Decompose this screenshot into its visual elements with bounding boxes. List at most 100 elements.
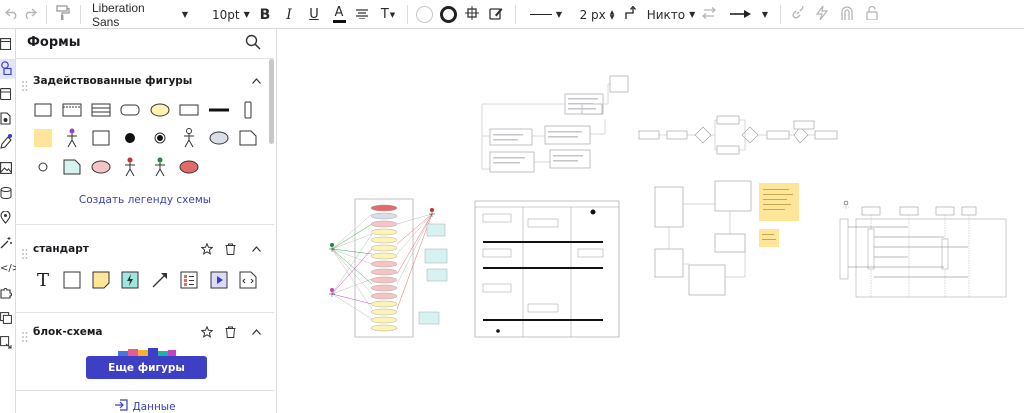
- shape-final-node[interactable]: [149, 127, 171, 149]
- shape-rounded-rectangle[interactable]: [119, 99, 141, 121]
- shapes-panel: Формы Задействованные фигуры Создать лег…: [16, 29, 277, 413]
- shape-actor[interactable]: [178, 127, 200, 149]
- shape-embed[interactable]: [237, 269, 259, 291]
- action-button[interactable]: [813, 0, 831, 29]
- line-width-select[interactable]: 2 px ▲ ▼: [578, 0, 616, 29]
- shape-thick-line[interactable]: [208, 99, 230, 121]
- line-style-select[interactable]: ▼: [527, 0, 565, 29]
- shape-rectangle[interactable]: [32, 99, 54, 121]
- align-button[interactable]: [353, 0, 371, 29]
- drag-handle-icon[interactable]: [22, 327, 28, 342]
- shape-standard-rectangle[interactable]: [61, 269, 83, 291]
- lock-button[interactable]: [863, 0, 881, 29]
- magnet-button[interactable]: [838, 0, 856, 29]
- redo-button[interactable]: [20, 0, 40, 29]
- shape-actor-purple[interactable]: [61, 127, 83, 149]
- shape-ellipse-red[interactable]: [178, 156, 200, 178]
- section-header-flowchart[interactable]: блок-схема: [16, 320, 266, 344]
- diagram-thumbnail-activity[interactable]: [473, 199, 623, 339]
- rail-image-button[interactable]: [0, 158, 15, 178]
- panel-scrollbar[interactable]: [269, 59, 274, 144]
- style-edit-icon: [489, 6, 503, 23]
- rail-code-button[interactable]: </>: [0, 258, 20, 278]
- style-button[interactable]: [486, 0, 506, 29]
- section-header-used-shapes[interactable]: Задействованные фигуры: [16, 69, 266, 93]
- shape-ellipse-pink[interactable]: [90, 156, 112, 178]
- shape-ellipse-yellow[interactable]: [149, 99, 171, 121]
- italic-button[interactable]: I: [280, 0, 298, 29]
- drag-handle-icon[interactable]: [22, 76, 28, 91]
- bold-button[interactable]: B: [256, 0, 274, 29]
- create-legend-link[interactable]: Создать легенду схемы: [16, 194, 274, 206]
- diagram-thumbnail-sequence[interactable]: [838, 199, 1008, 299]
- drawing-canvas[interactable]: [277, 29, 1024, 413]
- trash-icon[interactable]: [223, 325, 237, 339]
- shape-class[interactable]: [90, 99, 112, 121]
- more-shapes-button[interactable]: Еще фигуры: [86, 356, 207, 379]
- diagram-thumbnail-process-flow[interactable]: [637, 111, 842, 156]
- connector-type-button[interactable]: [622, 0, 640, 29]
- rail-export-button[interactable]: [0, 333, 15, 353]
- chevron-down-icon: ▼: [689, 10, 696, 19]
- shape-arrow-line[interactable]: [149, 269, 171, 291]
- shape-rectangle-small[interactable]: [178, 99, 200, 121]
- line-end-select[interactable]: ▼: [727, 0, 771, 29]
- line-start-select[interactable]: Никто ▼: [647, 0, 696, 29]
- underline-icon: U: [309, 7, 319, 22]
- text-options-button[interactable]: T ▼: [377, 0, 399, 29]
- data-link[interactable]: Данные: [16, 399, 274, 413]
- diagram-thumbnail-notes[interactable]: [757, 181, 802, 251]
- shape-document[interactable]: [237, 127, 259, 149]
- chevron-up-icon[interactable]: [249, 242, 263, 256]
- rail-location-button[interactable]: [0, 208, 15, 228]
- rail-templates-button[interactable]: [0, 84, 15, 104]
- arrange-button[interactable]: [462, 0, 482, 29]
- rail-draw-button[interactable]: [0, 133, 15, 153]
- shape-actor-red[interactable]: [119, 156, 141, 178]
- rail-pages-button[interactable]: [0, 34, 15, 54]
- shape-ellipse-grey[interactable]: [208, 127, 230, 149]
- shape-list[interactable]: [178, 269, 200, 291]
- line-color-button[interactable]: [438, 0, 458, 29]
- rail-magic-button[interactable]: [0, 233, 15, 253]
- star-icon[interactable]: [200, 242, 214, 256]
- underline-button[interactable]: U: [305, 0, 323, 29]
- link-button[interactable]: [789, 0, 807, 29]
- font-family-select[interactable]: Liberation Sans ▼: [92, 0, 188, 29]
- diagram-thumbnail-class[interactable]: [651, 179, 761, 299]
- shape-square[interactable]: [90, 127, 112, 149]
- format-painter-button[interactable]: [52, 0, 74, 29]
- font-size-select[interactable]: 10pt ▼: [212, 0, 252, 29]
- shape-actor-green[interactable]: [149, 156, 171, 178]
- swap-arrows-button[interactable]: [700, 0, 718, 29]
- rail-data-button[interactable]: [0, 183, 15, 203]
- chevron-up-icon[interactable]: [249, 74, 263, 88]
- shape-container[interactable]: [61, 99, 83, 121]
- rail-import-button[interactable]: [0, 109, 15, 129]
- section-header-standard[interactable]: стандарт: [16, 237, 266, 261]
- fill-color-button[interactable]: [414, 0, 434, 29]
- text-color-button[interactable]: A: [330, 0, 348, 29]
- rail-plugins-button[interactable]: [0, 283, 15, 303]
- section-label: стандарт: [33, 243, 89, 255]
- shape-note-teal[interactable]: [61, 156, 83, 178]
- undo-icon: [4, 7, 19, 22]
- rail-layers-button[interactable]: [0, 308, 15, 328]
- drag-handle-icon[interactable]: [22, 244, 28, 259]
- shape-text[interactable]: T: [32, 269, 54, 291]
- shape-standard-note[interactable]: [90, 269, 112, 291]
- diagram-thumbnail-use-case[interactable]: [327, 194, 467, 339]
- shape-initial-node[interactable]: [119, 127, 141, 149]
- search-shapes-button[interactable]: [245, 34, 263, 52]
- shape-small-circle[interactable]: [32, 156, 54, 178]
- chevron-up-icon[interactable]: [249, 325, 263, 339]
- star-icon[interactable]: [200, 325, 214, 339]
- shape-action[interactable]: [119, 269, 141, 291]
- trash-icon[interactable]: [223, 242, 237, 256]
- shape-video[interactable]: [208, 269, 230, 291]
- undo-button[interactable]: [2, 0, 22, 29]
- rail-shapes-button[interactable]: [0, 59, 15, 79]
- diagram-thumbnail-entity-relationship[interactable]: [480, 74, 630, 184]
- shape-vertical-bar[interactable]: [237, 99, 259, 121]
- shape-sticky-note[interactable]: [32, 127, 54, 149]
